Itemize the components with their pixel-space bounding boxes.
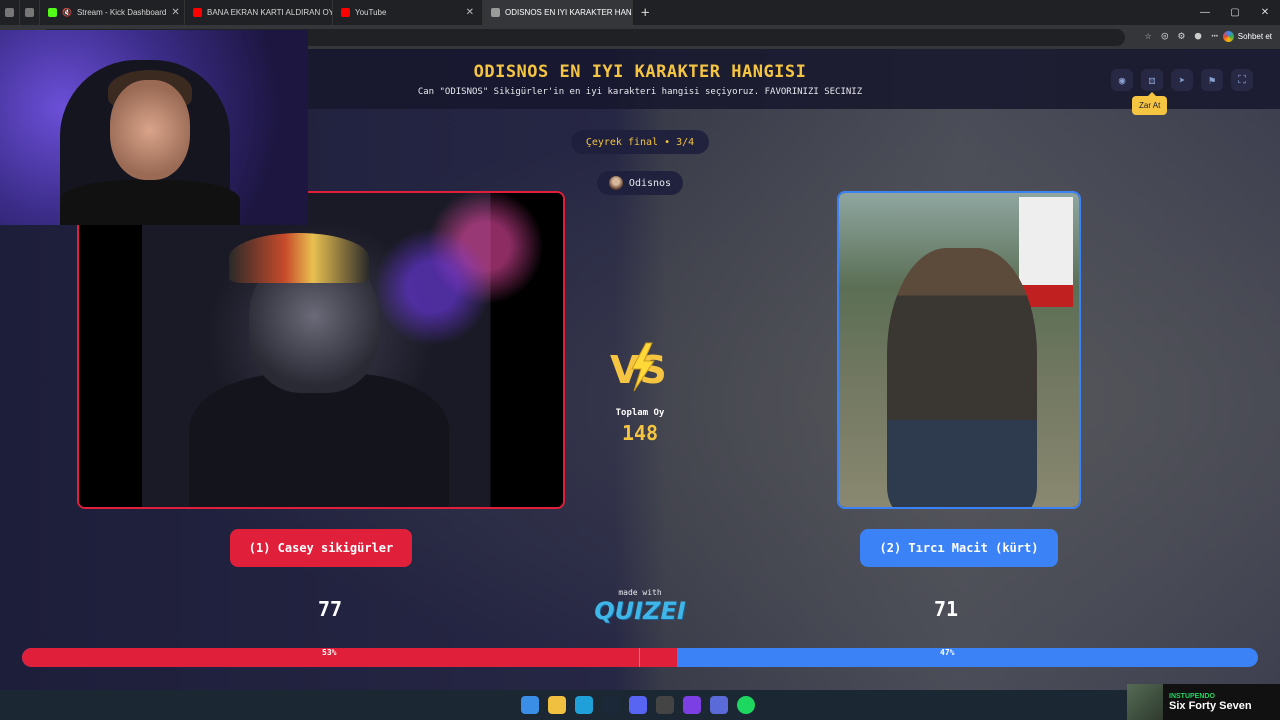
edge-icon[interactable] bbox=[575, 696, 593, 714]
spotify-icon[interactable] bbox=[737, 696, 755, 714]
album-art bbox=[1127, 684, 1163, 720]
webcam-overlay bbox=[0, 30, 308, 225]
dice-icon[interactable]: ⚄ bbox=[1141, 69, 1163, 91]
photo-man bbox=[887, 248, 1037, 507]
taskbar-icons bbox=[521, 696, 755, 714]
tab-label: BANA EKRAN KARTI ALDIRAN OYU bbox=[207, 8, 333, 17]
extension-icon[interactable]: ◎ bbox=[1162, 29, 1169, 42]
maximize-icon[interactable]: ▢ bbox=[1220, 0, 1250, 25]
photo-body bbox=[189, 373, 449, 507]
send-icon[interactable]: ➤ bbox=[1171, 69, 1193, 91]
now-playing-widget: INSTUPENDO Six Forty Seven bbox=[1127, 684, 1280, 720]
quiz-icon bbox=[491, 8, 500, 17]
author-name: Odisnos bbox=[628, 177, 672, 189]
chat-button[interactable]: Sohbet et bbox=[1222, 31, 1272, 42]
tab-youtube-video[interactable]: BANA EKRAN KARTI ALDIRAN OYU ✕ bbox=[185, 0, 333, 25]
left-score: 77 bbox=[318, 597, 343, 621]
now-playing-artist: INSTUPENDO bbox=[1169, 692, 1215, 700]
candidate-left-photo bbox=[79, 193, 563, 507]
fullscreen-icon[interactable]: ⛶ bbox=[1231, 69, 1253, 91]
profile-avatar-icon[interactable]: ● bbox=[1195, 29, 1202, 42]
candidate-left-image[interactable] bbox=[77, 191, 565, 509]
tab-favicon bbox=[5, 8, 14, 17]
file-explorer-icon[interactable] bbox=[548, 696, 566, 714]
minimize-icon[interactable]: — bbox=[1190, 0, 1220, 25]
puzzle-icon[interactable]: ⚙ bbox=[1178, 29, 1185, 42]
now-playing-track: Six Forty Seven bbox=[1169, 699, 1252, 712]
tab-label: Stream - Kick Dashboard bbox=[76, 8, 167, 17]
mute-icon[interactable]: 🔇 bbox=[62, 8, 72, 17]
close-icon[interactable]: ✕ bbox=[466, 7, 474, 18]
round-badge: Çeyrek final • 3/4 bbox=[571, 130, 709, 154]
left-percent: 53% bbox=[322, 648, 337, 657]
vs-icon: VS bbox=[610, 342, 667, 392]
app-icon[interactable] bbox=[683, 696, 701, 714]
tab-kick-dashboard[interactable]: 🔇 Stream - Kick Dashboard ✕ bbox=[40, 0, 185, 25]
copilot-icon bbox=[1222, 31, 1234, 42]
webcam-face bbox=[110, 80, 190, 180]
flag-icon[interactable]: ⚑ bbox=[1201, 69, 1223, 91]
close-window-icon[interactable]: ✕ bbox=[1250, 0, 1280, 25]
chat-button-label: Sohbet et bbox=[1237, 32, 1272, 41]
browser-tab-bar: 🔇 Stream - Kick Dashboard ✕ BANA EKRAN K… bbox=[0, 0, 1280, 25]
obs-icon[interactable] bbox=[656, 696, 674, 714]
svg-text:VS: VS bbox=[610, 348, 667, 392]
tab-pinned-1[interactable] bbox=[0, 0, 20, 25]
vote-right-button[interactable]: (2) Tırcı Macit (kürt) bbox=[860, 529, 1058, 567]
total-votes-value: 148 bbox=[621, 421, 659, 445]
taskbar bbox=[0, 690, 1280, 720]
tab-label: YouTube bbox=[355, 8, 387, 17]
youtube-icon bbox=[341, 8, 350, 17]
photo-truck bbox=[1019, 197, 1073, 307]
address-icons: ☆ ◎ ⚙ ● ⋯ bbox=[1145, 29, 1218, 42]
quiz-subtitle: Can "ODISNOS" Sikigürler'in en iyi karak… bbox=[417, 87, 863, 97]
right-score: 71 bbox=[934, 597, 959, 621]
new-tab-icon[interactable]: + bbox=[633, 5, 657, 21]
steam-icon[interactable] bbox=[602, 696, 620, 714]
window-controls: — ▢ ✕ bbox=[1190, 0, 1280, 25]
discord-icon[interactable] bbox=[629, 696, 647, 714]
author-avatar bbox=[608, 176, 623, 190]
quiz-title: ODISNOS EN IYI KARAKTER HANGISI bbox=[473, 62, 807, 82]
candidate-right-photo bbox=[839, 193, 1079, 507]
author-badge[interactable]: Odisnos bbox=[597, 171, 683, 195]
chat-app-icon[interactable] bbox=[710, 696, 728, 714]
tab-quiz[interactable]: ODISNOS EN IYI KARAKTER HANGI ✕ bbox=[483, 0, 633, 25]
vote-progress-bar: 53% 47% bbox=[22, 648, 1258, 667]
bar-midline bbox=[639, 648, 640, 667]
made-with-label: made with bbox=[618, 588, 662, 597]
photo-cap bbox=[229, 233, 369, 283]
vote-left-button[interactable]: (1) Casey sikigürler bbox=[230, 529, 412, 567]
tab-youtube[interactable]: YouTube ✕ bbox=[333, 0, 483, 25]
youtube-icon bbox=[193, 8, 202, 17]
windows-start-icon[interactable] bbox=[521, 696, 539, 714]
tab-label: ODISNOS EN IYI KARAKTER HANGI bbox=[505, 8, 633, 17]
close-icon[interactable]: ✕ bbox=[171, 7, 179, 18]
total-votes-label: Toplam Oy bbox=[615, 408, 665, 418]
left-vote-fill bbox=[22, 648, 678, 667]
menu-icon[interactable]: ⋯ bbox=[1211, 29, 1218, 42]
quiz-toolbar: ◉ ⚄ ➤ ⚑ ⛶ bbox=[1111, 69, 1253, 91]
dice-tooltip: Zar At bbox=[1132, 92, 1168, 115]
bookmark-star-icon[interactable]: ☆ bbox=[1145, 29, 1152, 42]
webcam-shirt bbox=[60, 180, 240, 225]
tab-pinned-2[interactable] bbox=[20, 0, 40, 25]
eye-icon[interactable]: ◉ bbox=[1111, 69, 1133, 91]
quizei-logo[interactable]: QUIZEI bbox=[590, 597, 690, 625]
tab-favicon bbox=[25, 8, 34, 17]
right-percent: 47% bbox=[940, 648, 955, 657]
candidate-right-image[interactable] bbox=[837, 191, 1081, 509]
kick-icon bbox=[48, 8, 57, 17]
